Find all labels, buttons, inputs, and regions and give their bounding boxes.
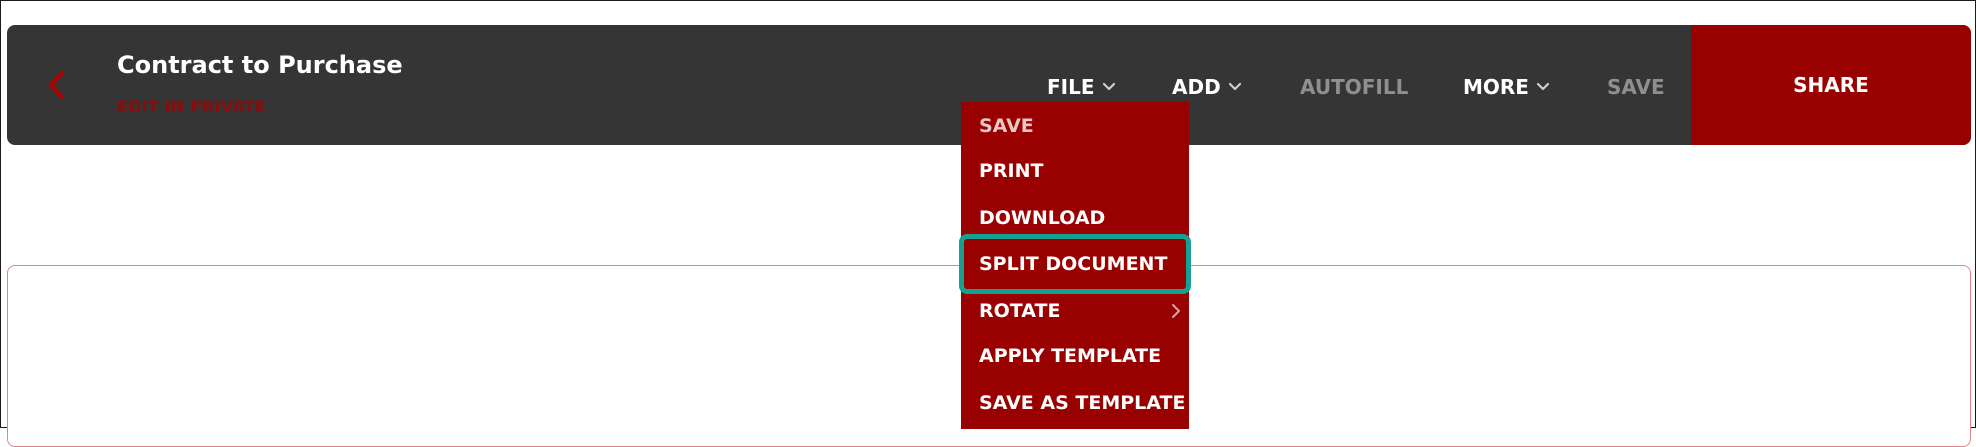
more-menu-button[interactable]: MORE [1463,75,1550,99]
share-button[interactable]: SHARE [1691,25,1971,145]
share-label: SHARE [1793,73,1869,97]
menu-item-label: SAVE AS TEMPLATE [979,392,1186,414]
add-menu-label: ADD [1172,75,1221,99]
menu-item-label: SAVE [979,115,1034,137]
file-menu-label: FILE [1047,75,1095,99]
save-label: SAVE [1607,75,1665,99]
document-title: Contract to Purchase [117,51,403,79]
menu-item-rotate[interactable]: ROTATE [961,291,1189,331]
edit-in-private-link[interactable]: EDIT IN PRIVATE [117,97,266,116]
file-dropdown-menu: SAVE PRINT DOWNLOAD SPLIT DOCUMENT ROTAT… [961,102,1189,429]
autofill-button[interactable]: AUTOFILL [1300,75,1408,99]
back-button[interactable] [35,65,79,109]
menu-item-split-document[interactable]: SPLIT DOCUMENT [961,244,1189,284]
menu-item-apply-template[interactable]: APPLY TEMPLATE [961,336,1189,376]
chevron-down-icon [1102,82,1116,92]
menu-item-label: DOWNLOAD [979,207,1106,229]
menu-item-label: ROTATE [979,300,1061,322]
menu-item-label: SPLIT DOCUMENT [979,253,1168,275]
menu-item-save[interactable]: SAVE [961,106,1189,146]
menu-item-download[interactable]: DOWNLOAD [961,198,1189,238]
chevron-down-icon [1228,82,1242,92]
menu-item-label: APPLY TEMPLATE [979,345,1162,367]
autofill-label: AUTOFILL [1300,75,1409,99]
file-menu-button[interactable]: FILE [1047,75,1116,99]
chevron-left-icon [47,70,67,104]
menu-item-label: PRINT [979,160,1044,182]
save-button[interactable]: SAVE [1607,75,1665,99]
app-frame: Contract to Purchase EDIT IN PRIVATE FIL… [0,0,1976,447]
chevron-down-icon [1536,82,1550,92]
menu-item-print[interactable]: PRINT [961,151,1189,191]
more-menu-label: MORE [1463,75,1529,99]
add-menu-button[interactable]: ADD [1172,75,1242,99]
chevron-right-icon [1171,303,1181,319]
menu-item-save-as-template[interactable]: SAVE AS TEMPLATE [961,383,1189,423]
